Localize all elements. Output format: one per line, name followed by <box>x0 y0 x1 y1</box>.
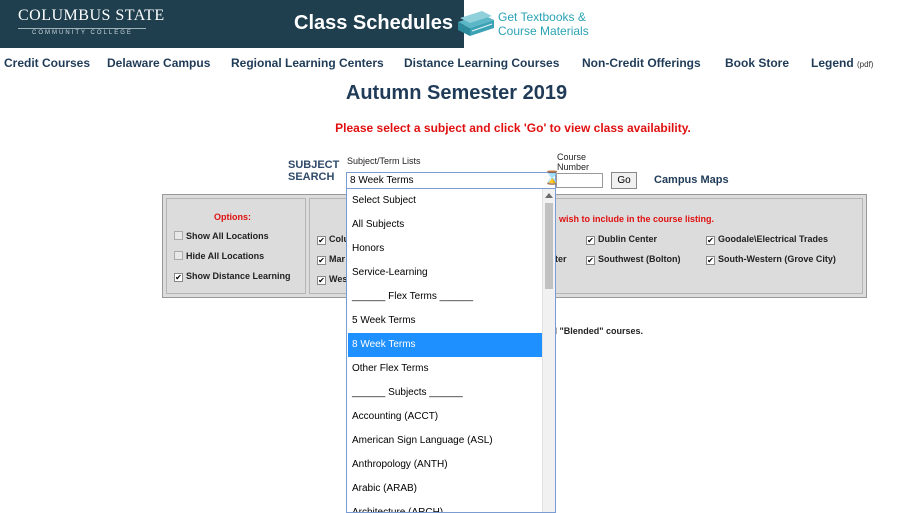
dropdown-option[interactable]: Arabic (ARAB) <box>348 477 542 501</box>
course-number-line1: Course <box>557 152 587 162</box>
checkmark-icon[interactable]: ✔ <box>706 256 715 265</box>
dropdown-scrollbar[interactable] <box>542 189 555 512</box>
checkmark-icon[interactable]: ✔ <box>317 256 326 265</box>
textbooks-link-line2: Course Materials <box>498 24 589 38</box>
page-title: Class Schedules <box>294 12 453 34</box>
location-label: Mar <box>329 254 346 264</box>
checkmark-icon[interactable]: ✔ <box>586 256 595 265</box>
checkbox-icon[interactable] <box>174 251 183 260</box>
nav-legend[interactable]: Legend (pdf) <box>811 56 873 70</box>
textbook-icon[interactable] <box>456 8 496 40</box>
logo-divider <box>18 28 146 29</box>
dropdown-option[interactable]: Select Subject <box>348 189 542 213</box>
checkmark-icon[interactable]: ✔ <box>706 236 715 245</box>
location-southwest-bolton[interactable]: ✔ Southwest (Bolton) <box>586 254 681 265</box>
dropdown-option[interactable]: 5 Week Terms <box>348 309 542 333</box>
checkbox-icon[interactable] <box>174 231 183 240</box>
dropdown-option[interactable]: Anthropology (ANTH) <box>348 453 542 477</box>
subject-search-line2: SEARCH <box>288 171 335 183</box>
logo-wordmark: COLUMBUS STATE <box>18 7 165 24</box>
logo-subtitle: COMMUNITY COLLEGE <box>32 30 133 36</box>
dropdown-option[interactable]: Service-Learning <box>348 261 542 285</box>
subject-dropdown-list[interactable]: Select Subject All Subjects Honors Servi… <box>346 189 556 513</box>
dropdown-option[interactable]: All Subjects <box>348 213 542 237</box>
nav-non-credit[interactable]: Non-Credit Offerings <box>582 56 701 70</box>
option-label: Hide All Locations <box>186 251 265 261</box>
nav-legend-label: Legend <box>811 56 854 70</box>
course-number-line2: Number <box>557 162 590 172</box>
blended-note: led "Blended" courses. <box>544 326 644 336</box>
main-nav: Credit Courses Delaware Campus Regional … <box>0 56 913 72</box>
instruction-text: Please select a subject and click 'Go' t… <box>335 121 691 135</box>
dropdown-option[interactable]: Architecture (ARCH) <box>348 501 542 512</box>
checkmark-icon[interactable]: ✔ <box>586 236 595 245</box>
campus-maps-link[interactable]: Campus Maps <box>654 174 729 186</box>
college-logo[interactable]: COLUMBUS STATE COMMUNITY COLLEGE <box>18 7 164 39</box>
nav-distance-learning[interactable]: Distance Learning Courses <box>404 56 559 70</box>
course-number-input[interactable] <box>556 173 603 188</box>
nav-delaware-campus[interactable]: Delaware Campus <box>107 56 210 70</box>
location-label: Dublin Center <box>598 234 658 244</box>
location-label: South-Western (Grove City) <box>718 254 836 264</box>
option-show-distance-learning[interactable]: ✔ Show Distance Learning <box>174 271 291 282</box>
textbooks-link[interactable]: Get Textbooks & Course Materials <box>498 10 589 38</box>
go-button[interactable]: Go <box>611 172 637 189</box>
dropdown-option[interactable]: Honors <box>348 237 542 261</box>
location-south-western[interactable]: ✔ South-Western (Grove City) <box>706 254 836 265</box>
location-dublin-center[interactable]: ✔ Dublin Center <box>586 234 657 245</box>
options-title: Options: <box>214 212 251 222</box>
location-partial-label: ter <box>555 254 567 264</box>
course-number-label: Course Number <box>557 152 589 172</box>
location-westerville[interactable]: ✔ Wes <box>317 274 347 285</box>
site-header: COLUMBUS STATE COMMUNITY COLLEGE Class S… <box>0 0 913 48</box>
subject-select[interactable]: 8 Week Terms <box>346 172 556 189</box>
textbooks-link-line1: Get Textbooks & <box>498 10 586 24</box>
location-marion[interactable]: ✔ Mar <box>317 254 345 265</box>
dropdown-option[interactable]: American Sign Language (ASL) <box>348 429 542 453</box>
scroll-up-arrow-icon[interactable] <box>545 193 553 198</box>
scrollbar-thumb[interactable] <box>545 203 553 289</box>
option-label: Show All Locations <box>186 231 269 241</box>
semester-title: Autumn Semester 2019 <box>345 82 568 104</box>
nav-credit-courses[interactable]: Credit Courses <box>4 56 90 70</box>
checkmark-icon[interactable]: ✔ <box>317 236 326 245</box>
location-label: Wes <box>329 274 348 284</box>
pdf-tag: (pdf) <box>857 60 874 69</box>
dropdown-option[interactable]: Accounting (ACCT) <box>348 405 542 429</box>
location-label: Goodale\Electrical Trades <box>718 234 829 244</box>
location-label: Southwest (Bolton) <box>598 254 681 264</box>
option-label: Show Distance Learning <box>186 271 291 281</box>
option-show-all-locations[interactable]: Show All Locations <box>174 231 269 241</box>
option-hide-all-locations[interactable]: Hide All Locations <box>174 251 264 261</box>
checkmark-icon[interactable]: ✔ <box>174 273 183 282</box>
subject-search-label: SUBJECT SEARCH <box>288 159 339 183</box>
nav-regional-learning-centers[interactable]: Regional Learning Centers <box>231 56 384 70</box>
dropdown-option[interactable]: Other Flex Terms <box>348 357 542 381</box>
term-list-label: Subject/Term Lists <box>347 156 421 166</box>
dropdown-option-selected[interactable]: 8 Week Terms <box>348 333 542 357</box>
subject-search-line1: SUBJECT <box>288 159 340 171</box>
dropdown-option[interactable]: ______ Flex Terms ______ <box>348 285 542 309</box>
nav-book-store[interactable]: Book Store <box>725 56 789 70</box>
dropdown-option[interactable]: ______ Subjects ______ <box>348 381 542 405</box>
locations-note: u wish to include in the course listing. <box>551 214 715 224</box>
location-goodale[interactable]: ✔ Goodale\Electrical Trades <box>706 234 828 245</box>
checkmark-icon[interactable]: ✔ <box>317 276 326 285</box>
location-columbus[interactable]: ✔ Colu <box>317 234 349 245</box>
